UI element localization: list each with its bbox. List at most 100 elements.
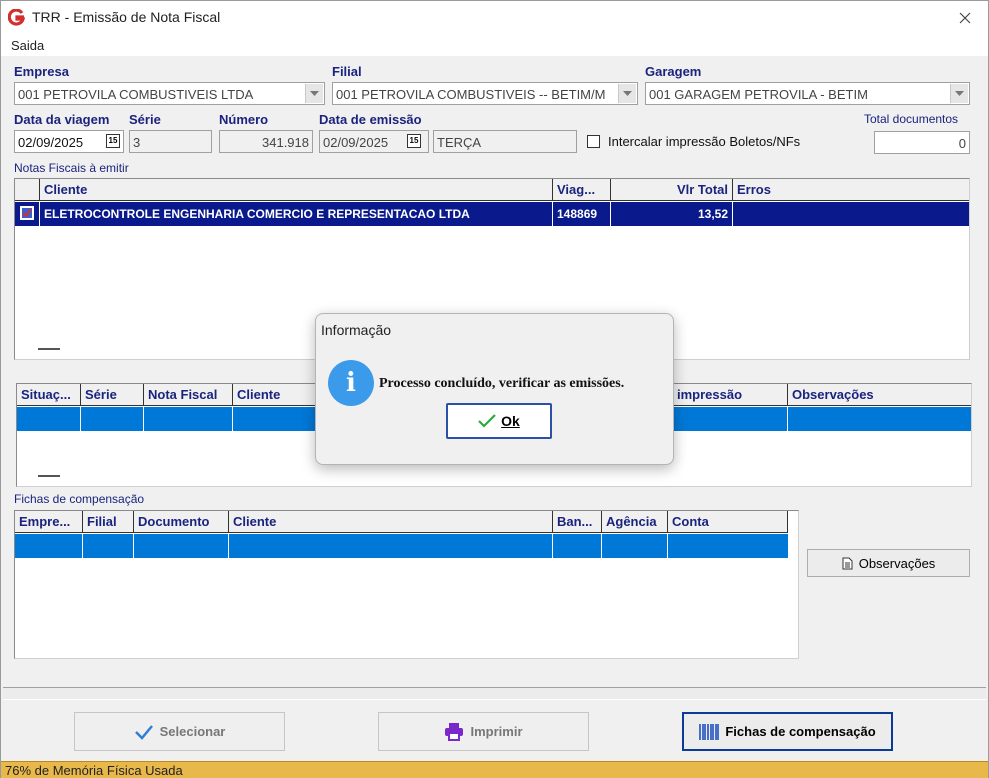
table-row[interactable]: ELETROCONTROLE ENGENHARIA COMERCIO E REP… <box>15 202 969 226</box>
garagem-select[interactable]: 001 GARAGEM PETROVILA - BETIM <box>645 82 970 105</box>
table-cell <box>229 534 553 558</box>
fichas-compensacao-button[interactable]: Fichas de compensação <box>682 712 893 751</box>
intercalar-checkbox[interactable] <box>587 135 600 148</box>
table-cell <box>553 534 602 558</box>
cell-cliente: ELETROCONTROLE ENGENHARIA COMERCIO E REP… <box>40 202 553 226</box>
fichas-header-banco[interactable]: Ban... <box>553 511 602 533</box>
data-viagem-value: 02/09/2025 <box>18 135 84 150</box>
table-cell <box>144 407 233 431</box>
notas-header-select <box>15 179 40 201</box>
observacoes-label: Observações <box>858 555 936 571</box>
fichas-grid[interactable]: Empre... Filial Documento Cliente Ban...… <box>14 510 799 659</box>
fichas-header-cliente[interactable]: Cliente <box>229 511 553 533</box>
chevron-down-icon <box>305 84 323 103</box>
emissoes-header-impressao[interactable]: impressão <box>673 384 788 406</box>
fichas-label: Fichas de compensação <box>14 492 145 506</box>
menu-bar: Saida <box>1 34 988 56</box>
table-cell <box>17 407 81 431</box>
filial-label: Filial <box>332 64 362 79</box>
ok-label: Ok <box>501 413 520 429</box>
numero-label: Número <box>219 112 269 127</box>
table-cell <box>134 534 229 558</box>
app-logo-icon <box>8 9 25 26</box>
empresa-select[interactable]: 001 PETROVILA COMBUSTIVEIS LTDA <box>14 82 325 105</box>
row-checkbox-cell[interactable] <box>15 202 40 226</box>
divider <box>3 687 986 700</box>
table-cell <box>668 534 788 558</box>
row-checkbox[interactable] <box>20 206 34 220</box>
imprimir-button[interactable]: Imprimir <box>378 712 589 751</box>
table-cell <box>788 407 971 431</box>
data-viagem-label: Data da viagem <box>14 112 110 127</box>
title-bar: TRR - Emissão de Nota Fiscal <box>1 1 988 34</box>
grid-resize-handle[interactable] <box>38 475 60 477</box>
total-documentos-label: Total documentos <box>864 112 959 126</box>
info-dialog: Informação i Processo concluído, verific… <box>315 313 674 465</box>
total-documentos-value: 0 <box>958 136 966 151</box>
numero-value: 341.918 <box>262 135 309 150</box>
data-viagem-field[interactable]: 02/09/2025 15 <box>14 130 124 153</box>
dialog-message: Processo concluído, verificar as emissõe… <box>379 376 625 391</box>
fichas-header-conta[interactable]: Conta <box>668 511 788 533</box>
imprimir-label: Imprimir <box>470 724 523 739</box>
dialog-title: Informação <box>321 322 392 338</box>
grid-resize-handle[interactable] <box>38 348 60 350</box>
selecionar-button[interactable]: Selecionar <box>74 712 285 751</box>
fichas-header-empresa[interactable]: Empre... <box>15 511 83 533</box>
observacoes-button[interactable]: Observações <box>807 549 970 577</box>
calendar-icon[interactable]: 15 <box>407 134 421 148</box>
garagem-label: Garagem <box>645 64 702 79</box>
cell-viagem: 148869 <box>553 202 611 226</box>
close-button[interactable] <box>942 1 988 34</box>
ok-button[interactable]: Ok <box>446 403 552 439</box>
serie-value: 3 <box>133 135 141 150</box>
table-cell <box>602 534 668 558</box>
memory-status: 76% de Memória Física Usada <box>5 763 183 778</box>
cell-vlr-total: 13,52 <box>611 202 733 226</box>
table-row[interactable] <box>15 534 788 558</box>
document-icon <box>842 557 853 570</box>
checkmark-icon <box>134 724 154 740</box>
dia-semana-field: TERÇA <box>433 130 577 153</box>
emissoes-header-observacoes[interactable]: Observações <box>788 384 971 406</box>
notas-header-viagem[interactable]: Viag... <box>553 179 611 201</box>
chevron-down-icon <box>950 84 968 103</box>
fichas-header-agencia[interactable]: Agência <box>602 511 668 533</box>
empresa-label: Empresa <box>14 64 69 79</box>
menu-saida[interactable]: Saida <box>11 38 44 53</box>
table-cell <box>83 534 134 558</box>
empresa-value: 001 PETROVILA COMBUSTIVEIS LTDA <box>18 87 254 102</box>
notas-header-vlr-total[interactable]: Vlr Total <box>611 179 733 201</box>
numero-field[interactable]: 341.918 <box>219 130 313 153</box>
emissoes-header-nota-fiscal[interactable]: Nota Fiscal <box>144 384 233 406</box>
info-icon: i <box>328 360 374 406</box>
notas-header-erros[interactable]: Erros <box>733 179 969 201</box>
filial-value: 001 PETROVILA COMBUSTIVEIS -- BETIM/M <box>336 87 606 102</box>
fichas-header-documento[interactable]: Documento <box>134 511 229 533</box>
data-emissao-label: Data de emissão <box>319 112 422 127</box>
serie-label: Série <box>129 112 161 127</box>
close-icon <box>959 12 971 23</box>
selecionar-label: Selecionar <box>159 724 226 739</box>
emissoes-header-serie[interactable]: Série <box>81 384 144 406</box>
calendar-icon[interactable]: 15 <box>106 134 120 148</box>
dia-semana-value: TERÇA <box>437 135 482 150</box>
fichas-compensacao-label: Fichas de compensação <box>725 724 876 739</box>
serie-field[interactable]: 3 <box>129 130 212 153</box>
cell-erros <box>733 202 969 226</box>
notas-label: Notas Fiscais à emitir <box>14 161 129 175</box>
intercalar-label: Intercalar impressão Boletos/NFs <box>608 134 801 149</box>
total-documentos-field[interactable]: 0 <box>874 131 970 154</box>
table-cell <box>81 407 144 431</box>
table-cell <box>673 407 788 431</box>
emissoes-header-situacao[interactable]: Situaç... <box>17 384 81 406</box>
filial-select[interactable]: 001 PETROVILA COMBUSTIVEIS -- BETIM/M <box>332 82 638 105</box>
data-emissao-field[interactable]: 02/09/2025 15 <box>319 130 429 153</box>
notas-header-cliente[interactable]: Cliente <box>40 179 553 201</box>
checkmark-icon <box>478 414 496 428</box>
table-cell <box>15 534 83 558</box>
checked-icon <box>22 208 32 218</box>
fichas-header-filial[interactable]: Filial <box>83 511 134 533</box>
printer-icon <box>444 722 464 741</box>
chevron-down-icon <box>618 84 636 103</box>
